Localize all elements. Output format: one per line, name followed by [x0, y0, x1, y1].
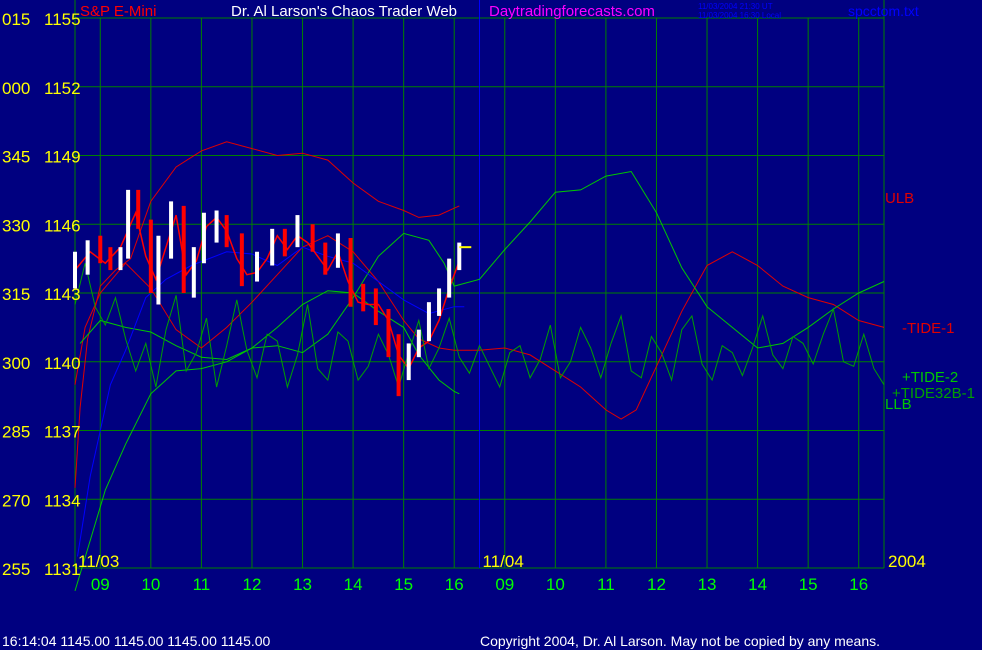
- x-tick-hour: 11: [193, 575, 211, 594]
- y-tick-degree: 300: [2, 354, 30, 373]
- y-tick-degree: 255: [2, 560, 30, 579]
- series-line-5: [74, 210, 461, 371]
- copyright-text: Copyright 2004, Dr. Al Larson. May not b…: [480, 633, 880, 649]
- y-tick-price: 1149: [44, 148, 81, 167]
- y-tick-price: 1155: [44, 10, 81, 29]
- x-tick-hour: 14: [344, 575, 363, 594]
- y-tick-price: 1131: [44, 560, 81, 579]
- chart-svg: 015 1155 000 1152 345 1149 330 1146 315 1143 300 11…: [2, 0, 975, 649]
- y-tick-price: 1146: [44, 216, 81, 235]
- date-label-2: 11/04: [483, 552, 524, 571]
- x-tick-hour: 14: [748, 575, 767, 594]
- x-tick-hour: 15: [799, 575, 818, 594]
- date-label-1: 11/03: [78, 552, 119, 571]
- x-tick-hour: 13: [293, 575, 312, 594]
- y-tick-degree: 000: [2, 79, 30, 98]
- x-tick-hour: 09: [91, 575, 110, 594]
- filename-label: spcctom.txt: [848, 3, 919, 19]
- y-tick-price: 1140: [44, 354, 81, 373]
- series-line-3: [79, 170, 885, 361]
- y-tick-degree: 315: [2, 285, 30, 304]
- quote-readout: 16:14:04 1145.00 1145.00 1145.00 1145.00: [2, 633, 271, 649]
- year-label: 2004: [888, 552, 926, 571]
- timestamp-local: 11/03/2004 16:30 Local: [698, 11, 781, 20]
- x-tick-hour: 15: [394, 575, 413, 594]
- y-tick-degree: 270: [2, 491, 30, 510]
- x-tick-hour: 09: [495, 575, 514, 594]
- x-tick-hour: 10: [546, 575, 565, 594]
- y-tick-price: 1134: [44, 491, 81, 510]
- chart-title: Dr. Al Larson's Chaos Trader Web: [231, 3, 457, 20]
- y-tick-price: 1152: [44, 79, 81, 98]
- y-tick-price: 1143: [44, 285, 81, 304]
- y-tick-degree: 330: [2, 216, 30, 235]
- label-tide-1: -TIDE-1: [902, 320, 955, 337]
- y-tick-degree: 015: [2, 10, 30, 29]
- chart-window: 015 1155 000 1152 345 1149 330 1146 315 1143 300 11…: [0, 0, 982, 650]
- instrument-label: S&P E-Mini: [80, 3, 156, 20]
- x-tick-hour: 10: [141, 575, 160, 594]
- y-tick-degree: 285: [2, 423, 30, 442]
- y-tick-degree: 345: [2, 148, 30, 167]
- y-tick-price: 1137: [44, 423, 81, 442]
- timestamp-ut: 11/03/2004 21:30 UT: [698, 2, 773, 11]
- label-tide-2: +TIDE-2: [902, 369, 958, 386]
- series-line-0: [74, 141, 460, 488]
- x-tick-hour: 12: [243, 575, 262, 594]
- x-tick-hour: 12: [647, 575, 666, 594]
- x-tick-hour: 13: [698, 575, 717, 594]
- x-tick-hour: 16: [445, 575, 464, 594]
- label-llb: LLB: [885, 396, 912, 413]
- label-ulb: ULB: [885, 190, 914, 207]
- site-link: Daytradingforecasts.com: [489, 3, 655, 20]
- x-tick-hour: 11: [597, 575, 615, 594]
- x-tick-hour: 16: [849, 575, 868, 594]
- series-line-4: [77, 246, 465, 557]
